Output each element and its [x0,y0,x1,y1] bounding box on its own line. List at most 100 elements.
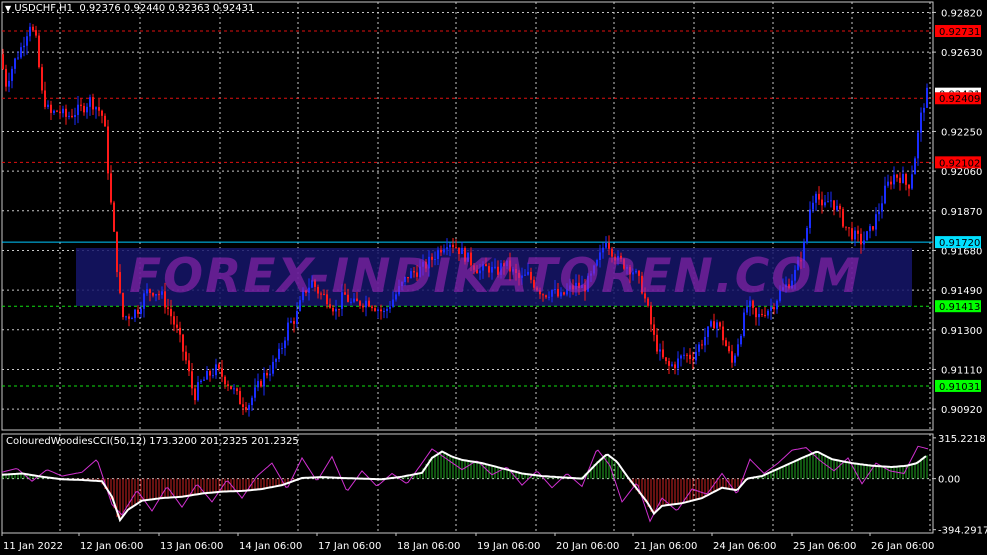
bear-candle-body [653,324,655,335]
bear-candle-body [713,321,715,329]
bull-candle-body [233,388,235,390]
price-tick-label: 0.92820 [941,8,982,19]
level-tag: 0.92731 [939,27,980,38]
bear-candle-body [230,386,232,390]
bear-candle-body [218,364,220,369]
bull-candle-body [290,321,292,323]
bear-candle-body [191,371,193,389]
indicator-header: ColouredWoodiesCCI(50,12) 173.3200 201.2… [6,436,299,447]
bear-candle-body [242,404,244,408]
bull-candle-body [17,57,19,59]
bull-candle-body [269,373,271,376]
bull-candle-body [296,310,298,324]
dropdown-triangle-icon[interactable]: ▼ [5,4,11,13]
time-tick-label: 20 Jan 06:00 [556,541,619,552]
bear-candle-body [185,351,187,361]
bear-candle-body [728,346,730,352]
bear-candle-body [236,388,238,392]
bear-candle-body [65,108,67,117]
bear-candle-body [173,316,175,325]
price-tick-label: 0.92630 [941,48,982,59]
bull-candle-body [203,379,205,381]
bull-candle-body [923,107,925,113]
bear-candle-body [668,361,670,366]
bull-candle-body [911,174,913,189]
time-tick-label: 17 Jan 06:00 [318,541,381,552]
bear-candle-body [101,110,103,116]
bull-candle-body [926,87,928,108]
bull-candle-body [698,344,700,352]
bull-candle-body [734,355,736,363]
bull-candle-body [893,174,895,185]
bear-candle-body [848,227,850,229]
bear-candle-body [686,354,688,356]
bear-candle-body [176,324,178,328]
bull-candle-body [68,115,70,117]
bear-candle-body [182,334,184,352]
bear-candle-body [755,307,757,318]
bull-candle-body [272,361,274,374]
bull-candle-body [677,358,679,369]
bear-candle-body [332,307,334,312]
price-tick-label: 0.91300 [941,326,982,337]
bull-candle-body [869,226,871,232]
bear-candle-body [266,372,268,376]
bear-candle-body [701,344,703,346]
bull-candle-body [710,321,712,327]
cci-pane-frame [1,433,934,534]
bull-candle-body [881,203,883,212]
bear-candle-body [188,360,190,372]
bull-candle-body [659,349,661,352]
bull-candle-body [95,107,97,110]
bull-candle-body [275,358,277,362]
price-tick-label: 0.91110 [941,365,982,376]
bear-candle-body [92,97,94,110]
bear-candle-body [170,308,172,317]
bull-candle-body [836,205,838,210]
bull-candle-body [887,181,889,186]
mt4-chart-window: 0.92820 0.92630 0.92250 0.92060 0.91870 0.916… [0,0,987,555]
bear-candle-body [905,174,907,185]
bear-candle-body [239,391,241,405]
bear-candle-body [689,354,691,360]
bull-candle-body [680,355,682,359]
bull-candle-body [806,227,808,243]
bull-candle-body [854,230,856,240]
bear-candle-body [107,126,109,174]
cci-tick-label: -394.2917 [938,526,987,537]
cci-tick-label: 0.00 [938,475,960,486]
time-tick-label: 13 Jan 06:00 [160,541,223,552]
bull-candle-body [140,308,142,314]
bear-candle-body [194,388,196,401]
bull-candle-body [281,348,283,350]
bull-candle-body [257,381,259,388]
bear-candle-body [221,368,223,377]
time-axis: 11 Jan 2022 12 Jan 06:00 13 Jan 06:00 14 Ja… [1,533,934,552]
level-tag: 0.91031 [939,382,980,393]
price-tick-label: 0.92250 [941,127,982,138]
price-pane-frame [1,1,934,431]
bull-candle-body [875,214,877,230]
bull-candle-body [77,104,79,116]
bear-candle-body [83,105,85,113]
bear-candle-body [71,115,73,117]
bull-candle-body [23,45,25,48]
bull-candle-body [125,316,127,318]
bear-candle-body [338,308,340,310]
bull-candle-body [707,326,709,337]
bear-candle-body [80,104,82,106]
bull-candle-body [917,132,919,159]
bear-candle-body [167,307,169,309]
bull-candle-body [920,112,922,133]
bull-candle-body [812,202,814,210]
bull-candle-body [386,308,388,311]
bull-candle-body [206,371,208,380]
bear-candle-body [899,177,901,183]
price-axis: 0.928200.926300.922500.920600.918700.916… [933,8,987,537]
bull-candle-body [53,110,55,113]
bull-candle-body [377,309,379,311]
candles [2,22,928,417]
time-tick-label: 25 Jan 06:00 [793,541,856,552]
time-tick-label: 21 Jan 06:00 [634,541,697,552]
symbol-label: USDCHF,H1 [14,3,74,14]
